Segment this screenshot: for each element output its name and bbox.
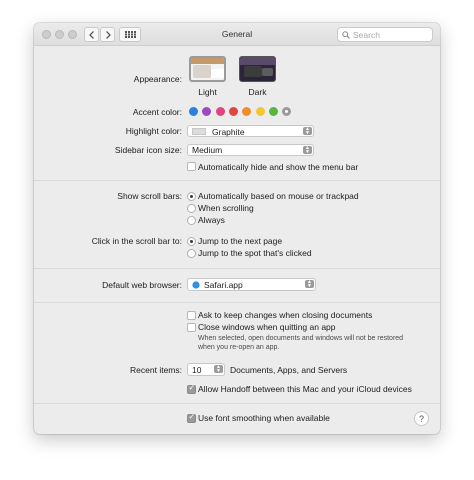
scroll-auto-label: Automatically based on mouse or trackpad (198, 191, 359, 201)
grid-icon (124, 31, 136, 38)
search-icon (342, 30, 350, 39)
sidebar-icon-size-popup[interactable]: Medium ▲ ▼ (187, 144, 314, 156)
selected-indicator (285, 110, 289, 113)
recent-items-suffix: Documents, Apps, and Servers (230, 365, 348, 375)
default-browser-popup[interactable]: Safari.app ▲ ▼ (187, 278, 316, 291)
popup-arrows-icon: ▲ ▼ (305, 280, 314, 289)
appearance-label: Appearance: (133, 74, 182, 84)
scroll-auto-radio[interactable] (187, 192, 196, 201)
jump-next-page-label: Jump to the next page (198, 236, 283, 246)
highlight-color-popup[interactable]: Graphite ▲ ▼ (187, 125, 314, 137)
close-windows-label: Close windows when quitting an app (198, 322, 336, 332)
title-bar: General (34, 23, 440, 46)
appearance-light-option[interactable] (189, 56, 226, 82)
sidebar-icon-size-value: Medium (192, 145, 223, 155)
close-windows-checkbox[interactable] (187, 323, 196, 332)
divider (34, 302, 440, 303)
menu-bar-label: Automatically hide and show the menu bar (198, 162, 359, 172)
highlight-color-label: Highlight color: (125, 126, 182, 136)
recent-items-label: Recent items: (130, 365, 182, 375)
chevron-right-icon (105, 30, 111, 39)
forward-button[interactable] (100, 27, 115, 42)
sidebar-icon-size-label: Sidebar icon size: (114, 145, 182, 155)
divider (34, 180, 440, 181)
search-input[interactable] (353, 29, 423, 40)
handoff-checkbox[interactable] (187, 383, 196, 394)
divider (34, 403, 440, 404)
highlight-swatch (192, 128, 206, 135)
safari-icon (192, 280, 200, 289)
appearance-light-label: Light (198, 87, 217, 97)
scroll-when-scrolling-label: When scrolling (198, 203, 254, 213)
search-field[interactable] (337, 27, 433, 42)
popup-arrows-icon: ▲ ▼ (303, 146, 312, 155)
recent-items-value: 10 (192, 364, 202, 375)
zoom-window-button[interactable] (68, 30, 77, 39)
show-scroll-bars-label: Show scroll bars: (117, 191, 182, 201)
accent-color-orange[interactable] (242, 107, 252, 116)
jump-next-page-radio[interactable] (187, 237, 196, 246)
help-icon: ? (418, 413, 424, 424)
recent-items-popup[interactable]: 10 ▲ ▼ (187, 363, 225, 376)
ask-keep-changes-label: Ask to keep changes when closing documen… (198, 310, 373, 320)
jump-to-spot-radio[interactable] (187, 249, 196, 258)
accent-color-blue[interactable] (189, 107, 198, 116)
scroll-always-radio[interactable] (187, 216, 196, 225)
show-all-button[interactable] (119, 27, 141, 42)
accent-color-red[interactable] (228, 107, 238, 116)
accent-color-pink[interactable] (215, 107, 225, 116)
close-windows-note-line2: when you re-open an app. (198, 344, 280, 351)
accent-color-yellow[interactable] (255, 107, 265, 116)
highlight-color-value: Graphite (212, 127, 245, 137)
menu-bar-checkbox[interactable] (187, 162, 196, 171)
close-window-button[interactable] (42, 30, 51, 39)
minimize-window-button[interactable] (55, 30, 64, 39)
font-smoothing-checkbox[interactable] (187, 412, 196, 423)
system-preferences-window: General Appearance: Light Dark Accent co… (34, 23, 440, 434)
window-title: General (221, 29, 253, 39)
default-browser-value: Safari.app (204, 279, 243, 290)
accent-color-graphite[interactable] (282, 107, 292, 116)
scroll-always-label: Always (198, 215, 225, 225)
click-scroll-bar-label: Click in the scroll bar to: (91, 236, 182, 246)
font-smoothing-label: Use font smoothing when available (198, 413, 330, 423)
accent-color-green[interactable] (268, 107, 278, 116)
divider (34, 268, 440, 269)
popup-arrows-icon: ▲ ▼ (303, 127, 312, 136)
accent-color-label: Accent color: (132, 107, 182, 117)
jump-to-spot-label: Jump to the spot that's clicked (198, 248, 312, 258)
default-browser-label: Default web browser: (102, 280, 182, 290)
handoff-label: Allow Handoff between this Mac and your … (198, 384, 412, 394)
popup-arrows-icon: ▲ ▼ (214, 365, 223, 374)
appearance-dark-option[interactable] (239, 56, 276, 82)
back-button[interactable] (84, 27, 99, 42)
accent-color-purple[interactable] (202, 107, 212, 116)
appearance-dark-label: Dark (248, 87, 267, 97)
scroll-when-scrolling-radio[interactable] (187, 204, 196, 213)
chevron-left-icon (88, 30, 94, 39)
help-button[interactable]: ? (414, 411, 429, 426)
ask-keep-changes-checkbox[interactable] (187, 311, 196, 320)
